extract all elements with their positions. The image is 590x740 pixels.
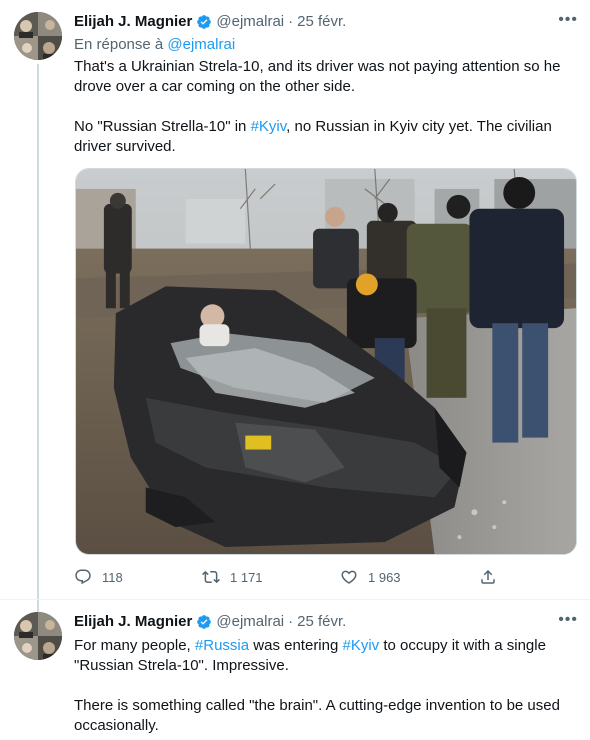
- tweet-2[interactable]: Elijah J. Magnier @ejmalrai · 25 févr. •…: [0, 600, 590, 740]
- tweet-1[interactable]: Elijah J. Magnier @ejmalrai · 25 févr. •…: [0, 0, 590, 612]
- text-segment: was entering: [249, 637, 343, 654]
- verified-badge-icon: [197, 615, 212, 629]
- retweet-button[interactable]: 1 171: [202, 568, 263, 586]
- separator-dot: ·: [288, 13, 294, 30]
- text-segment: No "Russian Strella-10" in: [74, 118, 251, 135]
- tweet-photo[interactable]: [75, 168, 577, 555]
- tweet-actions: 118 1 171 1 963: [74, 568, 504, 590]
- reply-prefix: En réponse à: [74, 36, 164, 53]
- tweet-text-para1: That's a Ukrainian Strela-10, and its dr…: [74, 58, 561, 95]
- thread-line: [37, 64, 39, 612]
- more-icon[interactable]: •••: [558, 610, 578, 630]
- tweet-header: Elijah J. Magnier @ejmalrai · 25 févr. •…: [74, 10, 578, 32]
- author-handle[interactable]: @ejmalrai: [216, 612, 284, 632]
- tweet-text-para1: For many people, #Russia was entering #K…: [74, 636, 574, 676]
- reply-mention-link[interactable]: @ejmalrai: [167, 36, 235, 53]
- reply-count: 118: [102, 569, 123, 585]
- tweet-header: Elijah J. Magnier @ejmalrai · 25 févr. •…: [74, 610, 578, 632]
- avatar[interactable]: [14, 12, 62, 60]
- like-icon: [341, 570, 357, 584]
- separator-dot: ·: [288, 613, 294, 630]
- verified-badge-icon: [197, 15, 212, 29]
- hashtag-kyiv-link[interactable]: #Kyiv: [251, 118, 287, 135]
- retweet-icon: [202, 570, 220, 584]
- reply-button[interactable]: 118: [74, 568, 123, 586]
- text-segment: For many people,: [74, 637, 195, 654]
- author-name[interactable]: Elijah J. Magnier: [74, 12, 192, 32]
- tweet-date[interactable]: 25 févr.: [297, 612, 346, 632]
- tweet-text-para2: No "Russian Strella-10" in #Kyiv, no Rus…: [74, 117, 574, 157]
- reply-context: En réponse à @ejmalrai: [74, 35, 235, 55]
- reply-icon: [75, 569, 91, 585]
- avatar[interactable]: [14, 612, 62, 660]
- hashtag-russia-link[interactable]: #Russia: [195, 637, 249, 654]
- like-button[interactable]: 1 963: [340, 568, 401, 586]
- like-count: 1 963: [368, 569, 401, 585]
- hashtag-kyiv-link[interactable]: #Kyiv: [343, 637, 380, 654]
- tweet-date[interactable]: 25 févr.: [297, 12, 346, 32]
- author-name[interactable]: Elijah J. Magnier: [74, 612, 192, 632]
- share-button[interactable]: [479, 568, 507, 586]
- more-icon[interactable]: •••: [558, 10, 578, 30]
- retweet-count: 1 171: [230, 569, 263, 585]
- tweet-text-para2: There is something called "the brain". A…: [74, 697, 560, 734]
- author-handle[interactable]: @ejmalrai: [216, 12, 284, 32]
- share-icon: [481, 569, 495, 584]
